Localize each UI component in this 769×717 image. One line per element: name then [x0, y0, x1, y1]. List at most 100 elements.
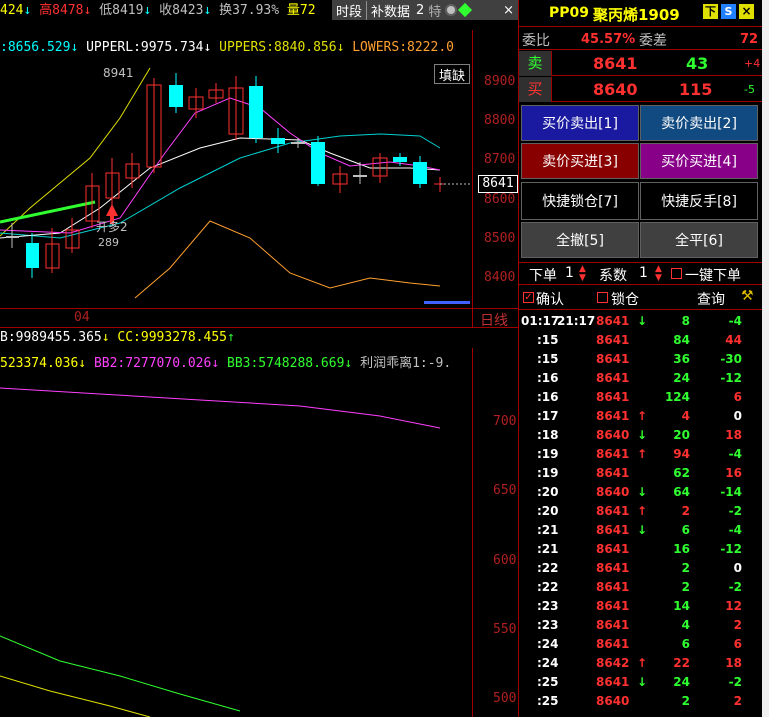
ask-price[interactable]: 8641	[593, 54, 638, 73]
quick-reverse-button[interactable]: 快捷反手[8]	[640, 182, 758, 220]
vol-tick: 700	[493, 414, 517, 429]
order-ratio-row: 委比 45.57% 委差 72	[519, 28, 769, 50]
sell-at-ask-button[interactable]: 卖价卖出[2]	[640, 105, 758, 141]
coef-value[interactable]: 1	[639, 265, 648, 281]
price-tick: 8700	[484, 152, 516, 167]
clock-icon[interactable]	[445, 4, 458, 16]
tick-change: 0	[733, 561, 742, 575]
tick-volume: 22	[673, 656, 690, 670]
bid-row[interactable]: 买 8640 115 -5	[519, 77, 769, 102]
one-key-checkbox[interactable]	[671, 268, 682, 279]
cancel-all-button[interactable]: 全撤[5]	[521, 222, 639, 258]
tick-time: :25	[537, 694, 559, 708]
contract-code: PP09	[549, 5, 590, 21]
bid-label: 买	[519, 77, 552, 102]
boll-lowers: LOWERS:8222.0	[352, 40, 454, 55]
tick-time: :17	[537, 409, 559, 423]
vol-tick: 550	[493, 622, 517, 637]
axis-separator	[472, 348, 473, 717]
tick-price: 8641	[596, 637, 630, 651]
tick-time: :20	[537, 485, 559, 499]
price-tick: 8600	[484, 192, 516, 207]
contract-name: 聚丙烯1909	[593, 6, 680, 24]
tick-direction-icon: ↓	[637, 675, 648, 689]
dropdown-button[interactable]: 下	[703, 4, 718, 19]
ask-row[interactable]: 卖 8641 43 +4	[519, 51, 769, 76]
buy-at-bid-button[interactable]: 买价买进[4]	[640, 143, 758, 179]
tick-row: 01:17 21:17 8641 ↓ 8 -4	[519, 312, 769, 331]
tick-change: -2	[728, 580, 742, 594]
high-value: 8478	[52, 3, 84, 18]
menu-period[interactable]: 时段	[332, 0, 368, 20]
trend-line	[0, 200, 96, 224]
close-panel-button[interactable]: ×	[739, 4, 754, 19]
tick-price: 8641	[596, 352, 630, 366]
tick-change: -4	[728, 447, 742, 461]
bid-price[interactable]: 8640	[593, 80, 638, 99]
tools-icon[interactable]: ⚒	[741, 288, 754, 304]
tick-time: :23	[537, 599, 559, 613]
menu-tail2: 特	[428, 4, 442, 20]
weibi-label: 委比	[522, 33, 550, 49]
diamond-icon[interactable]	[458, 2, 473, 18]
confirm-checkbox[interactable]: ✓	[523, 292, 534, 303]
lock-checkbox[interactable]	[597, 292, 608, 303]
ma-magenta-line	[0, 97, 441, 234]
boll-upperl: UPPERL:9975.734	[86, 40, 204, 55]
vol-tick: 500	[493, 691, 517, 706]
tick-time: :22	[537, 580, 559, 594]
close-all-button[interactable]: 全平[6]	[640, 222, 758, 258]
coef-stepper-icon[interactable]: ▲ ▼	[655, 265, 662, 283]
tick-time: 01:17	[521, 314, 560, 328]
tick-direction-icon: ↓	[637, 428, 648, 442]
tick-list[interactable]: 01:17 21:17 8641 ↓ 8 -4:15 8641 84 44:15 8641 36 -3…	[519, 312, 769, 717]
tick-volume: 2	[681, 580, 690, 594]
tick-direction-icon: ↓	[637, 485, 648, 499]
tick-price: 8641	[596, 599, 630, 613]
order-qty-value[interactable]: 1	[565, 265, 574, 281]
tick-price: 8640	[596, 694, 630, 708]
tick-price: 8641	[596, 580, 630, 594]
ask-volume: 43	[686, 54, 709, 73]
tick-direction-icon: ↑	[637, 504, 648, 518]
tick-time: :15	[537, 352, 559, 366]
tick-price: 8641	[596, 409, 630, 423]
tick-change: -2	[728, 675, 742, 689]
menu-fill-data[interactable]: 补数据	[367, 1, 414, 20]
down-arrow-icon: ↓	[336, 40, 345, 55]
candlestick-chart[interactable]	[0, 58, 518, 312]
info-button[interactable]: S	[721, 4, 736, 19]
buy-at-ask-button[interactable]: 卖价买进[3]	[521, 143, 639, 179]
tick-time: :20	[537, 504, 559, 518]
down-arrow-icon: ↓	[344, 356, 353, 371]
query-button[interactable]: 查询	[697, 289, 725, 309]
tick-row: :22 8641 2 0	[519, 559, 769, 578]
lock-label: 锁仓	[611, 292, 639, 308]
chart-area[interactable]: 424↓ 高8478↓ 低8419↓ 收8423↓ 换37.93% 量72 时段…	[0, 0, 518, 717]
boll-indicator-row: :8656.529↓ UPPERL:9975.734↓ UPPERS:8840.…	[0, 38, 454, 58]
tick-volume: 6	[681, 637, 690, 651]
tick-direction-icon: ↑	[637, 447, 648, 461]
title-bar: PP09 聚丙烯1909 下 S ×	[519, 0, 769, 27]
boll-upper-line	[0, 67, 151, 237]
tick-price: 8641	[596, 466, 630, 480]
order-label: 下单	[529, 268, 557, 284]
period-label[interactable]: 日线	[480, 310, 508, 330]
tick-row: :17 8641 ↑ 4 0	[519, 407, 769, 426]
bid-volume: 115	[679, 80, 713, 99]
quick-lock-button[interactable]: 快捷锁仓[7]	[521, 182, 639, 220]
bb3-line	[0, 635, 241, 712]
volume-label: 量	[286, 3, 300, 18]
tick-volume: 4	[681, 409, 690, 423]
tick-volume: 64	[673, 485, 690, 499]
tick-change: 18	[725, 656, 742, 670]
tick-volume: 20	[673, 428, 690, 442]
tick-change: 0	[733, 409, 742, 423]
qty-stepper-icon[interactable]: ▲ ▼	[579, 265, 586, 283]
order-qty-row: 下单 1 ▲ ▼ 系数 1 ▲ ▼ 一键下单	[519, 262, 769, 285]
ind-b: B:9989455.365	[0, 330, 102, 345]
sell-at-bid-button[interactable]: 买价卖出[1]	[521, 105, 639, 141]
indicator-chart[interactable]	[0, 376, 472, 717]
close-icon[interactable]: ×	[503, 3, 514, 18]
tick-row: :18 8640 ↓ 20 18	[519, 426, 769, 445]
